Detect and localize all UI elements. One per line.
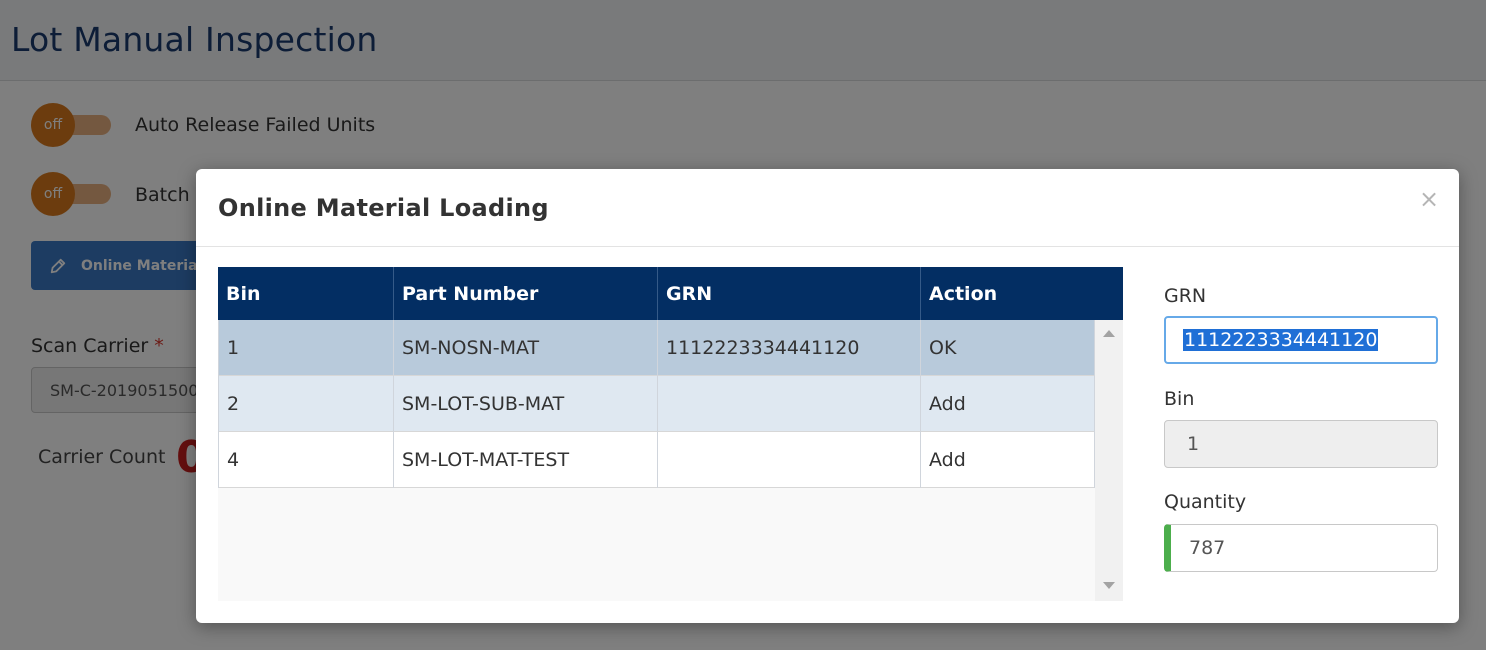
online-material-loading-modal: Online Material Loading × Bin Part Numbe…: [196, 169, 1459, 623]
bin-input-value: 1: [1187, 433, 1200, 455]
bin-input: 1: [1164, 420, 1438, 468]
table-header: Bin Part Number GRN Action: [218, 267, 1123, 320]
modal-header: Online Material Loading ×: [196, 169, 1459, 247]
cell-part-number: SM-NOSN-MAT: [394, 320, 658, 376]
table-row[interactable]: 2 SM-LOT-SUB-MAT Add: [218, 376, 1095, 432]
scroll-down-arrow-icon[interactable]: [1103, 582, 1115, 589]
bin-label: Bin: [1164, 388, 1195, 410]
cell-grn: 1112223334441120: [658, 320, 921, 376]
cell-action[interactable]: Add: [921, 432, 1095, 488]
cell-action[interactable]: OK: [921, 320, 1095, 376]
grn-input[interactable]: 1112223334441120: [1164, 316, 1438, 364]
quantity-input[interactable]: 787: [1164, 524, 1438, 572]
column-header-grn[interactable]: GRN: [658, 267, 921, 320]
quantity-input-value: 787: [1189, 537, 1226, 559]
table-body: 1 SM-NOSN-MAT 1112223334441120 OK 2 SM-L…: [218, 320, 1095, 488]
cell-grn: [658, 432, 921, 488]
cell-bin: 1: [218, 320, 394, 376]
column-header-part-number[interactable]: Part Number: [394, 267, 658, 320]
cell-bin: 2: [218, 376, 394, 432]
table-row[interactable]: 4 SM-LOT-MAT-TEST Add: [218, 432, 1095, 488]
cell-grn: [658, 376, 921, 432]
table-scrollbar[interactable]: [1095, 320, 1123, 601]
cell-action[interactable]: Add: [921, 376, 1095, 432]
quantity-label: Quantity: [1164, 491, 1247, 513]
table-row[interactable]: 1 SM-NOSN-MAT 1112223334441120 OK: [218, 320, 1095, 376]
column-header-bin[interactable]: Bin: [218, 267, 394, 320]
cell-part-number: SM-LOT-SUB-MAT: [394, 376, 658, 432]
grn-label: GRN: [1164, 285, 1207, 307]
scroll-up-arrow-icon[interactable]: [1103, 330, 1115, 337]
close-icon[interactable]: ×: [1419, 185, 1439, 213]
grn-input-value: 1112223334441120: [1183, 329, 1379, 351]
column-header-action[interactable]: Action: [921, 267, 1123, 320]
cell-part-number: SM-LOT-MAT-TEST: [394, 432, 658, 488]
cell-bin: 4: [218, 432, 394, 488]
modal-title: Online Material Loading: [218, 194, 549, 222]
material-table: Bin Part Number GRN Action 1 SM-NOSN-MAT…: [218, 267, 1123, 601]
